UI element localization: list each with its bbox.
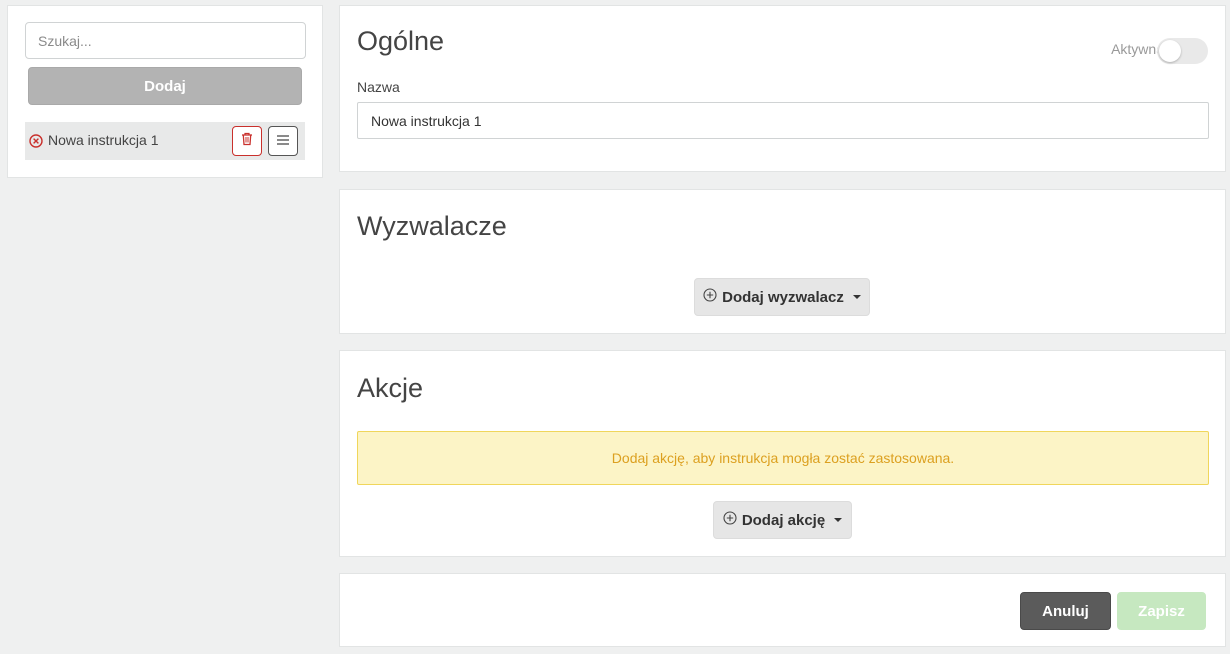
save-button[interactable]: Zapisz: [1117, 592, 1206, 630]
form-footer: Anuluj Zapisz: [339, 573, 1226, 647]
add-trigger-button[interactable]: Dodaj wyzwalacz: [694, 278, 870, 316]
sidebar-item-label: Nowa instrukcja 1: [48, 132, 159, 148]
plus-circle-icon: [703, 288, 717, 306]
error-circle-icon: [29, 134, 43, 148]
warning-alert: Dodaj akcję, aby instrukcja mogła zostać…: [357, 431, 1209, 485]
section-actions: Akcje Dodaj akcję, aby instrukcja mogła …: [339, 350, 1226, 557]
toggle-knob: [1159, 40, 1181, 62]
plus-circle-icon: [723, 511, 737, 529]
sidebar-item-instruction[interactable]: Nowa instrukcja 1: [25, 122, 305, 160]
caret-down-icon: [834, 518, 843, 522]
active-toggle[interactable]: [1157, 38, 1208, 64]
section-title: Akcje: [357, 373, 424, 403]
add-action-label: Dodaj akcję: [741, 511, 826, 529]
trash-icon: [241, 132, 253, 151]
section-general: Ogólne Aktywna Nazwa: [339, 5, 1226, 172]
add-action-button[interactable]: Dodaj akcję: [713, 501, 852, 539]
name-input[interactable]: [357, 102, 1209, 139]
add-button[interactable]: Dodaj: [28, 67, 302, 105]
section-title: Ogólne: [357, 26, 445, 56]
section-triggers: Wyzwalacze Dodaj wyzwalacz: [339, 189, 1226, 334]
search-input[interactable]: [25, 22, 306, 59]
sidebar: Dodaj Nowa instrukcja 1: [7, 5, 323, 178]
caret-down-icon: [852, 295, 861, 299]
cancel-button[interactable]: Anuluj: [1020, 592, 1111, 630]
section-title: Wyzwalacze: [357, 211, 507, 241]
name-label: Nazwa: [357, 79, 400, 95]
delete-button[interactable]: [232, 126, 262, 156]
add-trigger-label: Dodaj wyzwalacz: [722, 288, 844, 306]
warning-text: Dodaj akcję, aby instrukcja mogła zostać…: [611, 450, 955, 466]
hamburger-icon: [277, 132, 289, 150]
menu-button[interactable]: [268, 126, 298, 156]
